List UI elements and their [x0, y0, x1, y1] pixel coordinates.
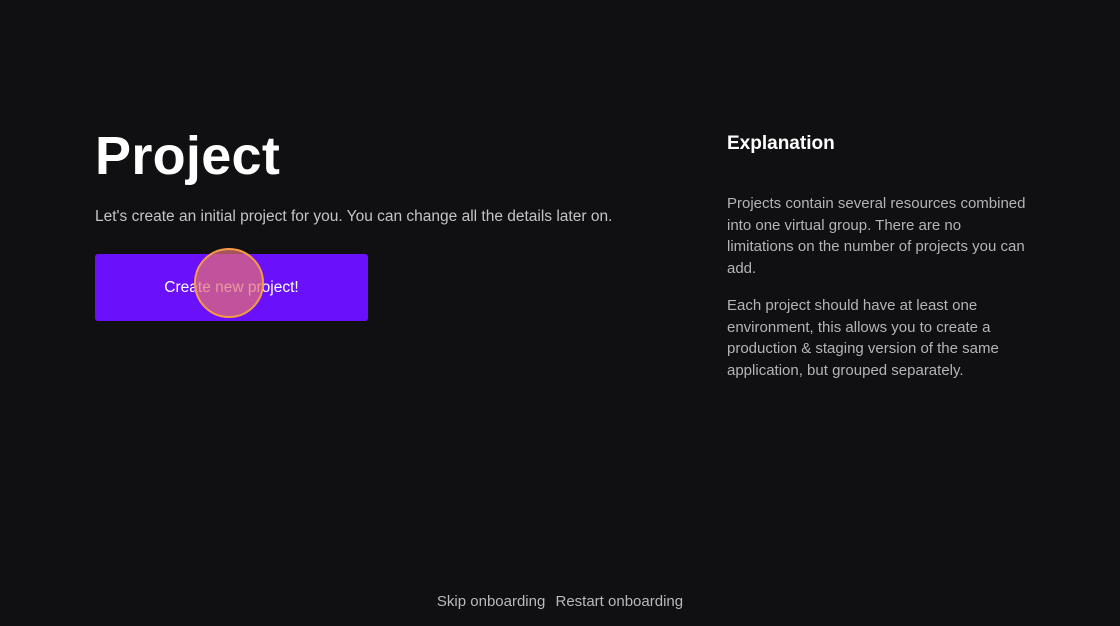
explanation-title: Explanation	[727, 133, 835, 154]
project-intro: Project Let's create an initial project …	[95, 125, 675, 228]
onboarding-page: Project Let's create an initial project …	[0, 0, 1120, 626]
page-title: Project	[95, 126, 281, 186]
explanation-paragraph: Each project should have at least one en…	[727, 297, 999, 379]
skip-onboarding-link[interactable]: Skip onboarding	[437, 593, 545, 610]
onboarding-footer: Skip onboarding Restart onboarding	[0, 593, 1120, 610]
create-project-button[interactable]: Create new project!	[95, 254, 368, 321]
explanation-panel: Explanation Projects contain several res…	[727, 131, 1027, 381]
page-subtitle: Let's create an initial project for you.…	[95, 208, 613, 225]
explanation-paragraph: Projects contain several resources combi…	[727, 195, 1026, 277]
restart-onboarding-link[interactable]: Restart onboarding	[556, 593, 684, 610]
